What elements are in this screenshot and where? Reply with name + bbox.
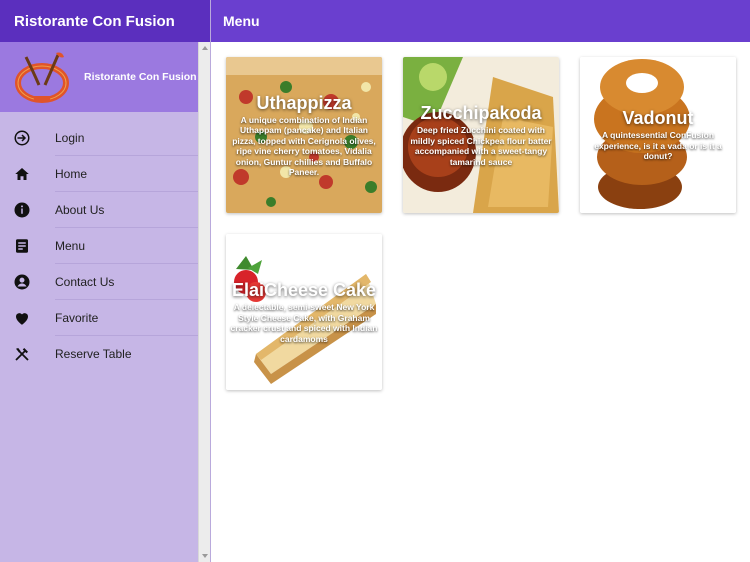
nav-item-label: Login: [55, 131, 85, 145]
dish-tile-vadonut[interactable]: Vadonut A quintessential ConFusion exper…: [580, 57, 736, 213]
main-toolbar: Menu: [211, 0, 750, 42]
scroll-up-arrow-icon[interactable]: [202, 46, 208, 50]
home-icon: [13, 165, 31, 183]
nav-list: Login Home About Us Menu Contact Us Favo…: [0, 120, 198, 372]
menu-grid: Uthappizza A unique combination of India…: [211, 42, 750, 562]
dish-tile-uthappizza[interactable]: Uthappizza A unique combination of India…: [226, 57, 382, 213]
nav-item-label: About Us: [55, 203, 105, 217]
page-title: Menu: [223, 13, 260, 29]
drawer-scrollbar[interactable]: [198, 42, 210, 562]
restaurant-logo-icon: [15, 52, 69, 103]
dish-name: ElaiCheese Cake: [231, 280, 377, 300]
nav-item-contact-us[interactable]: Contact Us: [0, 264, 198, 300]
nav-item-about-us[interactable]: About Us: [0, 192, 198, 228]
dish-description: Deep fried Zucchini coated with mildly s…: [410, 125, 552, 167]
nav-item-label: Home: [55, 167, 88, 181]
utensils-icon: [13, 345, 31, 363]
nav-item-home[interactable]: Home: [0, 156, 198, 192]
heart-icon: [13, 309, 31, 327]
dish-tile-elaicheese-cake[interactable]: ElaiCheese Cake A delectable, semi-sweet…: [226, 234, 382, 390]
dish-description: A quintessential ConFusion experience, i…: [594, 130, 722, 162]
nav-item-label: Contact Us: [55, 275, 115, 289]
dish-overlay: Zucchipakoda Deep fried Zucchini coated …: [403, 57, 559, 213]
dish-overlay: ElaiCheese Cake A delectable, semi-sweet…: [226, 234, 382, 390]
menu-list-icon: [13, 237, 31, 255]
contact-icon: [13, 273, 31, 291]
drawer-header: Ristorante Con Fusion: [0, 42, 210, 112]
nav-item-menu[interactable]: Menu: [0, 228, 198, 264]
nav-item-login[interactable]: Login: [0, 120, 198, 156]
side-drawer: Ristorante Con Fusion Ristorante Con Fus…: [0, 0, 211, 562]
drawer-toolbar: Ristorante Con Fusion: [0, 0, 210, 42]
app-title: Ristorante Con Fusion: [14, 12, 175, 30]
dish-overlay: Vadonut A quintessential ConFusion exper…: [580, 57, 736, 213]
nav-item-label: Favorite: [55, 311, 99, 325]
dish-name: Vadonut: [622, 108, 694, 129]
info-icon: [13, 201, 31, 219]
dish-name: Zucchipakoda: [420, 103, 542, 123]
dish-name: Uthappizza: [256, 92, 352, 113]
dish-tile-zucchipakoda[interactable]: Zucchipakoda Deep fried Zucchini coated …: [403, 57, 559, 213]
nav-item-label: Menu: [55, 239, 86, 253]
scroll-down-arrow-icon[interactable]: [202, 554, 208, 558]
nav-item-label: Reserve Table: [55, 347, 132, 361]
dish-description: A delectable, semi-sweet New York Style …: [230, 302, 378, 344]
nav-item-reserve-table[interactable]: Reserve Table: [0, 336, 198, 372]
nav-item-favorite[interactable]: Favorite: [0, 300, 198, 336]
drawer-header-title: Ristorante Con Fusion: [84, 71, 197, 83]
login-icon: [13, 129, 31, 147]
dish-overlay: Uthappizza A unique combination of India…: [226, 57, 382, 213]
dish-description: A unique combination of Indian Uthappam …: [232, 114, 376, 178]
